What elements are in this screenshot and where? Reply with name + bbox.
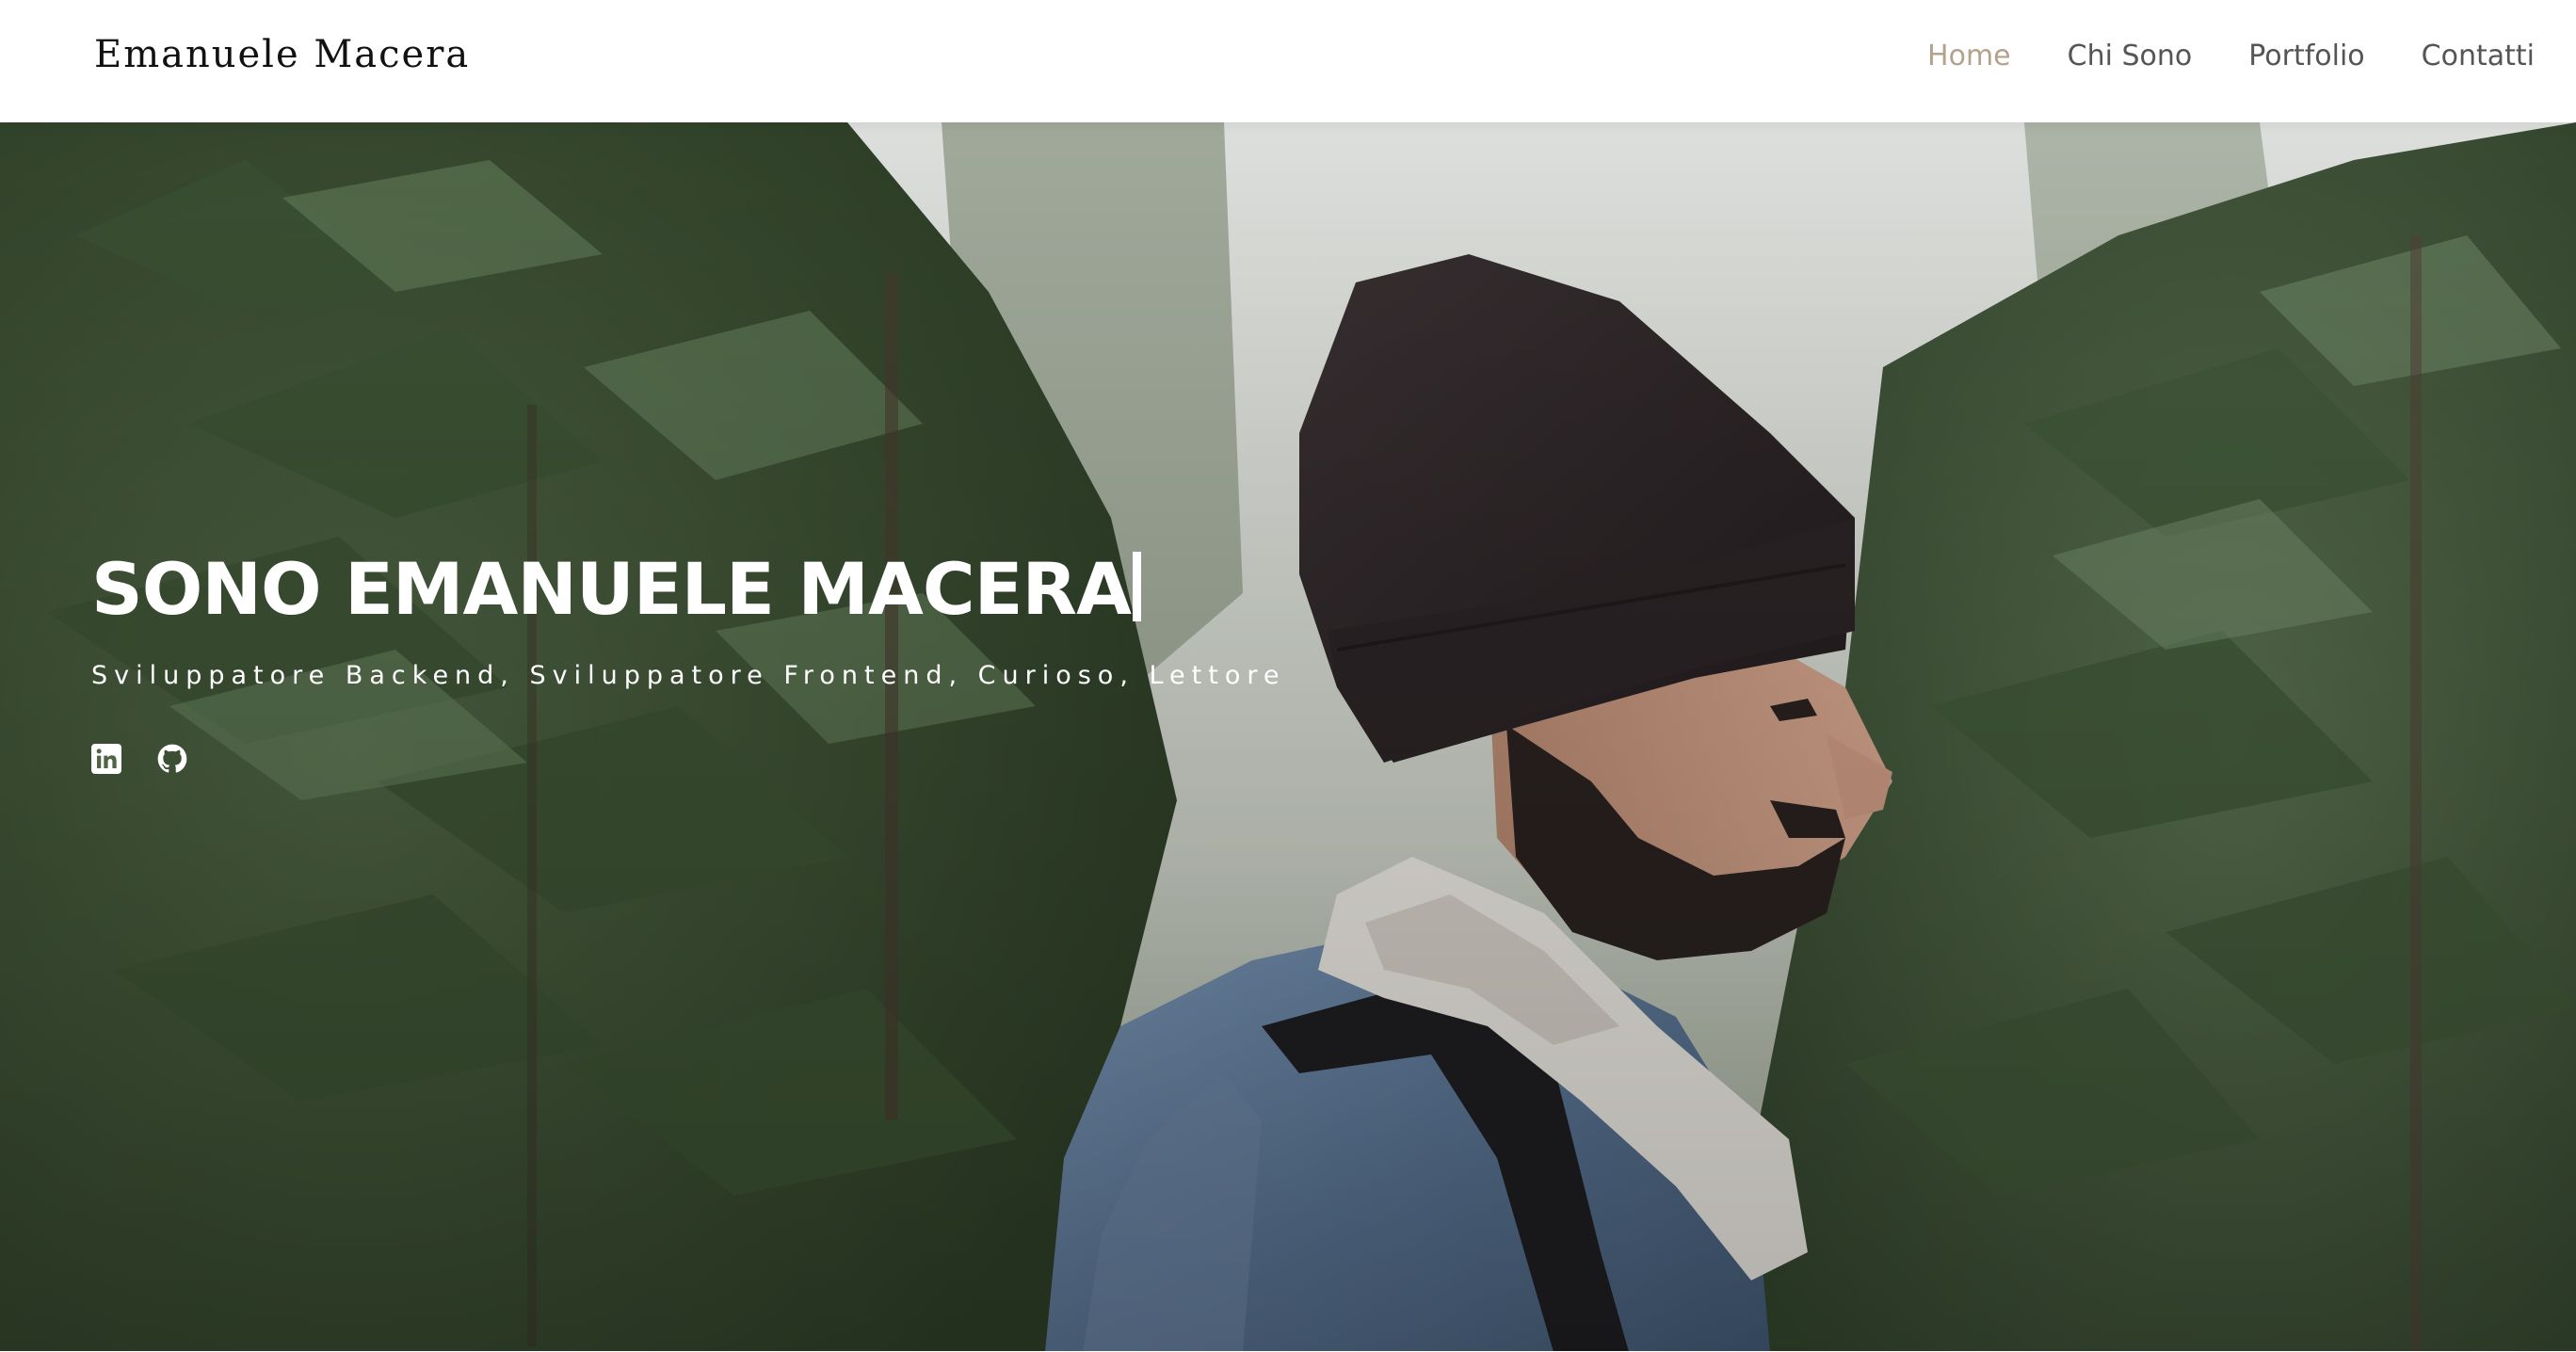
nav-link-home[interactable]: Home	[1927, 38, 2011, 75]
nav-link-portfolio[interactable]: Portfolio	[2248, 38, 2364, 75]
nav-link-contatti[interactable]: Contatti	[2422, 38, 2535, 75]
site-logo[interactable]: Emanuele Macera	[94, 28, 470, 81]
hero-content: SONO EMANUELE MACERA Sviluppatore Backen…	[91, 544, 1285, 774]
social-links	[91, 744, 1285, 774]
main-nav: Home Chi Sono Portfolio Contatti	[1871, 38, 2535, 75]
hero-subtitle: Sviluppatore Backend, Sviluppatore Front…	[91, 661, 1286, 690]
hero-title: SONO EMANUELE MACERA	[91, 544, 1285, 635]
hero-title-text: SONO EMANUELE MACERA	[91, 547, 1132, 631]
linkedin-icon[interactable]	[91, 744, 121, 774]
hero-section: SONO EMANUELE MACERA Sviluppatore Backen…	[0, 122, 2576, 1352]
site-header: Emanuele Macera Home Chi Sono Portfolio …	[0, 0, 2576, 122]
typing-cursor	[1132, 552, 1141, 621]
github-icon[interactable]	[157, 744, 187, 774]
nav-link-chi-sono[interactable]: Chi Sono	[2068, 38, 2193, 75]
